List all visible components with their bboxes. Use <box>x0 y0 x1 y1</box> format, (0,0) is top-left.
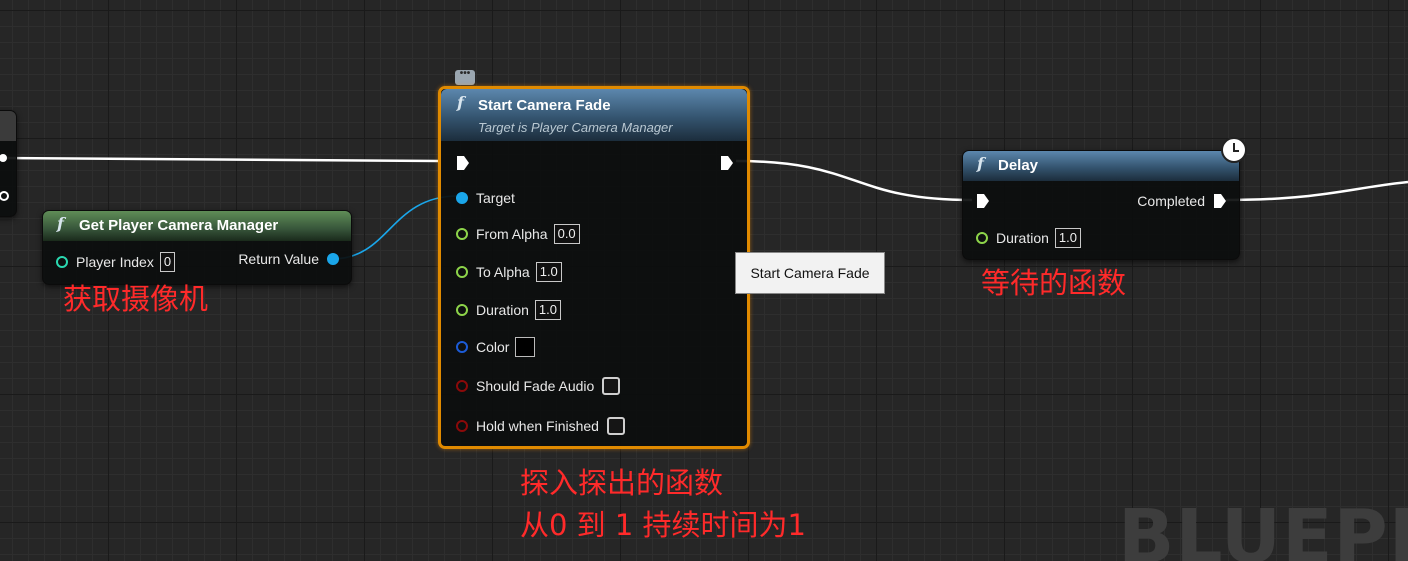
blueprint-graph-canvas[interactable]: f Get Player Camera Manager Player Index… <box>0 0 1408 561</box>
node-get-player-camera-manager[interactable]: f Get Player Camera Manager Player Index… <box>42 210 352 285</box>
node-title: Start Camera Fade <box>478 97 611 114</box>
node-start-camera-fade[interactable]: f Start Camera Fade Target is Player Cam… <box>438 86 750 449</box>
bool-pin-icon[interactable] <box>456 380 468 392</box>
pin-label: To Alpha <box>476 264 530 280</box>
function-icon: f <box>57 214 64 233</box>
pin-target[interactable]: Target <box>456 187 515 209</box>
pin-hold-when-finished[interactable]: Hold when Finished <box>456 415 625 437</box>
duration-input[interactable]: 1.0 <box>1054 228 1081 248</box>
pin-label: Should Fade Audio <box>476 378 595 394</box>
pin-label: Return Value <box>238 251 319 267</box>
pin-label: Duration <box>476 302 529 318</box>
object-pin-icon[interactable] <box>327 253 339 265</box>
pin-icon[interactable] <box>0 191 9 201</box>
int-pin-icon[interactable] <box>56 256 68 268</box>
pin-label: Color <box>476 339 510 355</box>
pin-completed[interactable]: Completed <box>1137 190 1227 212</box>
annotation-get-camera: 获取摄像机 <box>63 282 209 316</box>
pin-color[interactable]: Color <box>456 336 536 358</box>
pin-label: Target <box>476 190 515 206</box>
exec-wire-delay-out[interactable] <box>1225 180 1408 202</box>
color-swatch[interactable] <box>515 337 536 357</box>
node-delay[interactable]: f Delay Completed Duration 1.0 <box>962 150 1240 260</box>
pin-to-alpha[interactable]: To Alpha 1.0 <box>456 261 562 283</box>
node-tooltip: Start Camera Fade <box>735 252 885 294</box>
hold-when-finished-checkbox[interactable] <box>606 417 625 435</box>
pin-label: Completed <box>1137 193 1205 209</box>
float-pin-icon[interactable] <box>456 228 468 240</box>
exec-in-pin-icon[interactable] <box>976 193 990 209</box>
pin-duration[interactable]: Duration 1.0 <box>976 227 1081 249</box>
clock-icon <box>1221 137 1247 163</box>
exec-pin-icon[interactable] <box>0 154 7 162</box>
float-pin-icon[interactable] <box>456 304 468 316</box>
node-title: Delay <box>998 157 1039 174</box>
function-icon: f <box>977 154 984 173</box>
exec-wire-fade-to-delay[interactable] <box>735 159 973 202</box>
pin-should-fade-audio[interactable]: Should Fade Audio <box>456 375 621 397</box>
pin-player-index[interactable]: Player Index 0 <box>56 251 176 273</box>
node-header[interactable]: f Delay <box>963 151 1239 181</box>
player-index-input[interactable]: 0 <box>159 252 176 272</box>
function-icon: f <box>457 93 464 112</box>
node-title: Get Player Camera Manager <box>79 217 279 234</box>
node-header[interactable]: f Get Player Camera Manager <box>43 211 351 241</box>
float-pin-icon[interactable] <box>456 266 468 278</box>
annotation-fade-function: 探入探出的函数 <box>520 466 724 500</box>
duration-input[interactable]: 1.0 <box>534 300 561 320</box>
annotation-delay-function: 等待的函数 <box>981 266 1127 300</box>
offscreen-node-left[interactable] <box>0 110 17 217</box>
exec-out-pin-icon[interactable] <box>1213 193 1227 209</box>
pin-duration[interactable]: Duration 1.0 <box>456 299 561 321</box>
annotation-fade-range: 从0 到 1 持续时间为1 <box>520 508 807 542</box>
pin-label: Hold when Finished <box>476 418 599 434</box>
blueprint-watermark: BLUEPRINT <box>1118 494 1408 561</box>
node-subtitle: Target is Player Camera Manager <box>478 120 673 135</box>
comment-bubble-icon[interactable]: ••• <box>455 69 475 85</box>
offscreen-node-header <box>0 111 16 141</box>
to-alpha-input[interactable]: 1.0 <box>535 262 562 282</box>
object-pin-icon[interactable] <box>456 192 468 204</box>
exec-wire-in[interactable] <box>0 156 441 163</box>
struct-pin-icon[interactable] <box>456 341 468 353</box>
float-pin-icon[interactable] <box>976 232 988 244</box>
pin-label: Duration <box>996 230 1049 246</box>
should-fade-audio-checkbox[interactable] <box>602 377 621 395</box>
from-alpha-input[interactable]: 0.0 <box>553 224 580 244</box>
exec-out-pin-icon[interactable] <box>720 155 734 171</box>
pin-label: Player Index <box>76 254 154 270</box>
pin-return-value[interactable]: Return Value <box>238 248 339 270</box>
pin-from-alpha[interactable]: From Alpha 0.0 <box>456 223 580 245</box>
bool-pin-icon[interactable] <box>456 420 468 432</box>
pin-label: From Alpha <box>476 226 548 242</box>
node-header[interactable]: f Start Camera Fade Target is Player Cam… <box>441 89 747 141</box>
exec-in-pin-icon[interactable] <box>456 155 470 171</box>
